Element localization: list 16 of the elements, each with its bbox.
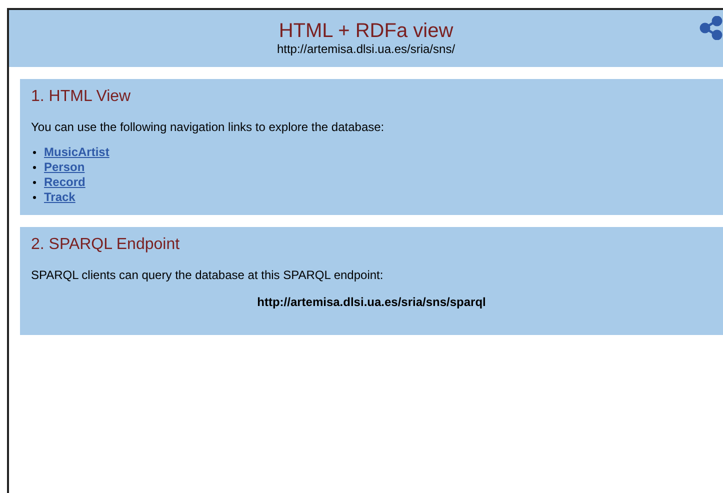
nav-link[interactable]: Track bbox=[44, 190, 76, 205]
share-icon[interactable] bbox=[699, 16, 723, 40]
nav-link[interactable]: Person bbox=[44, 160, 85, 175]
page-title: HTML + RDFa view bbox=[278, 20, 454, 42]
nav-link[interactable]: MusicArtist bbox=[44, 145, 110, 160]
bullet-icon bbox=[33, 151, 36, 154]
nav-link[interactable]: Record bbox=[44, 175, 86, 190]
endpoint-url: http://artemisa.dlsi.ua.es/sria/sns/sparql bbox=[257, 294, 486, 311]
section-text: SPARQL clients can query the database at this SPARQL endpoint: bbox=[31, 267, 384, 283]
bullet-icon bbox=[33, 166, 36, 169]
page-url: http://artemisa.dlsi.ua.es/sria/sns/ bbox=[276, 42, 456, 56]
bullet-icon bbox=[33, 196, 36, 199]
section-heading: 2. SPARQL Endpoint bbox=[31, 235, 181, 255]
section-heading: 1. HTML View bbox=[31, 87, 132, 107]
section-text: You can use the following navigation links to explore the database: bbox=[31, 119, 386, 135]
bullet-icon bbox=[33, 181, 36, 184]
